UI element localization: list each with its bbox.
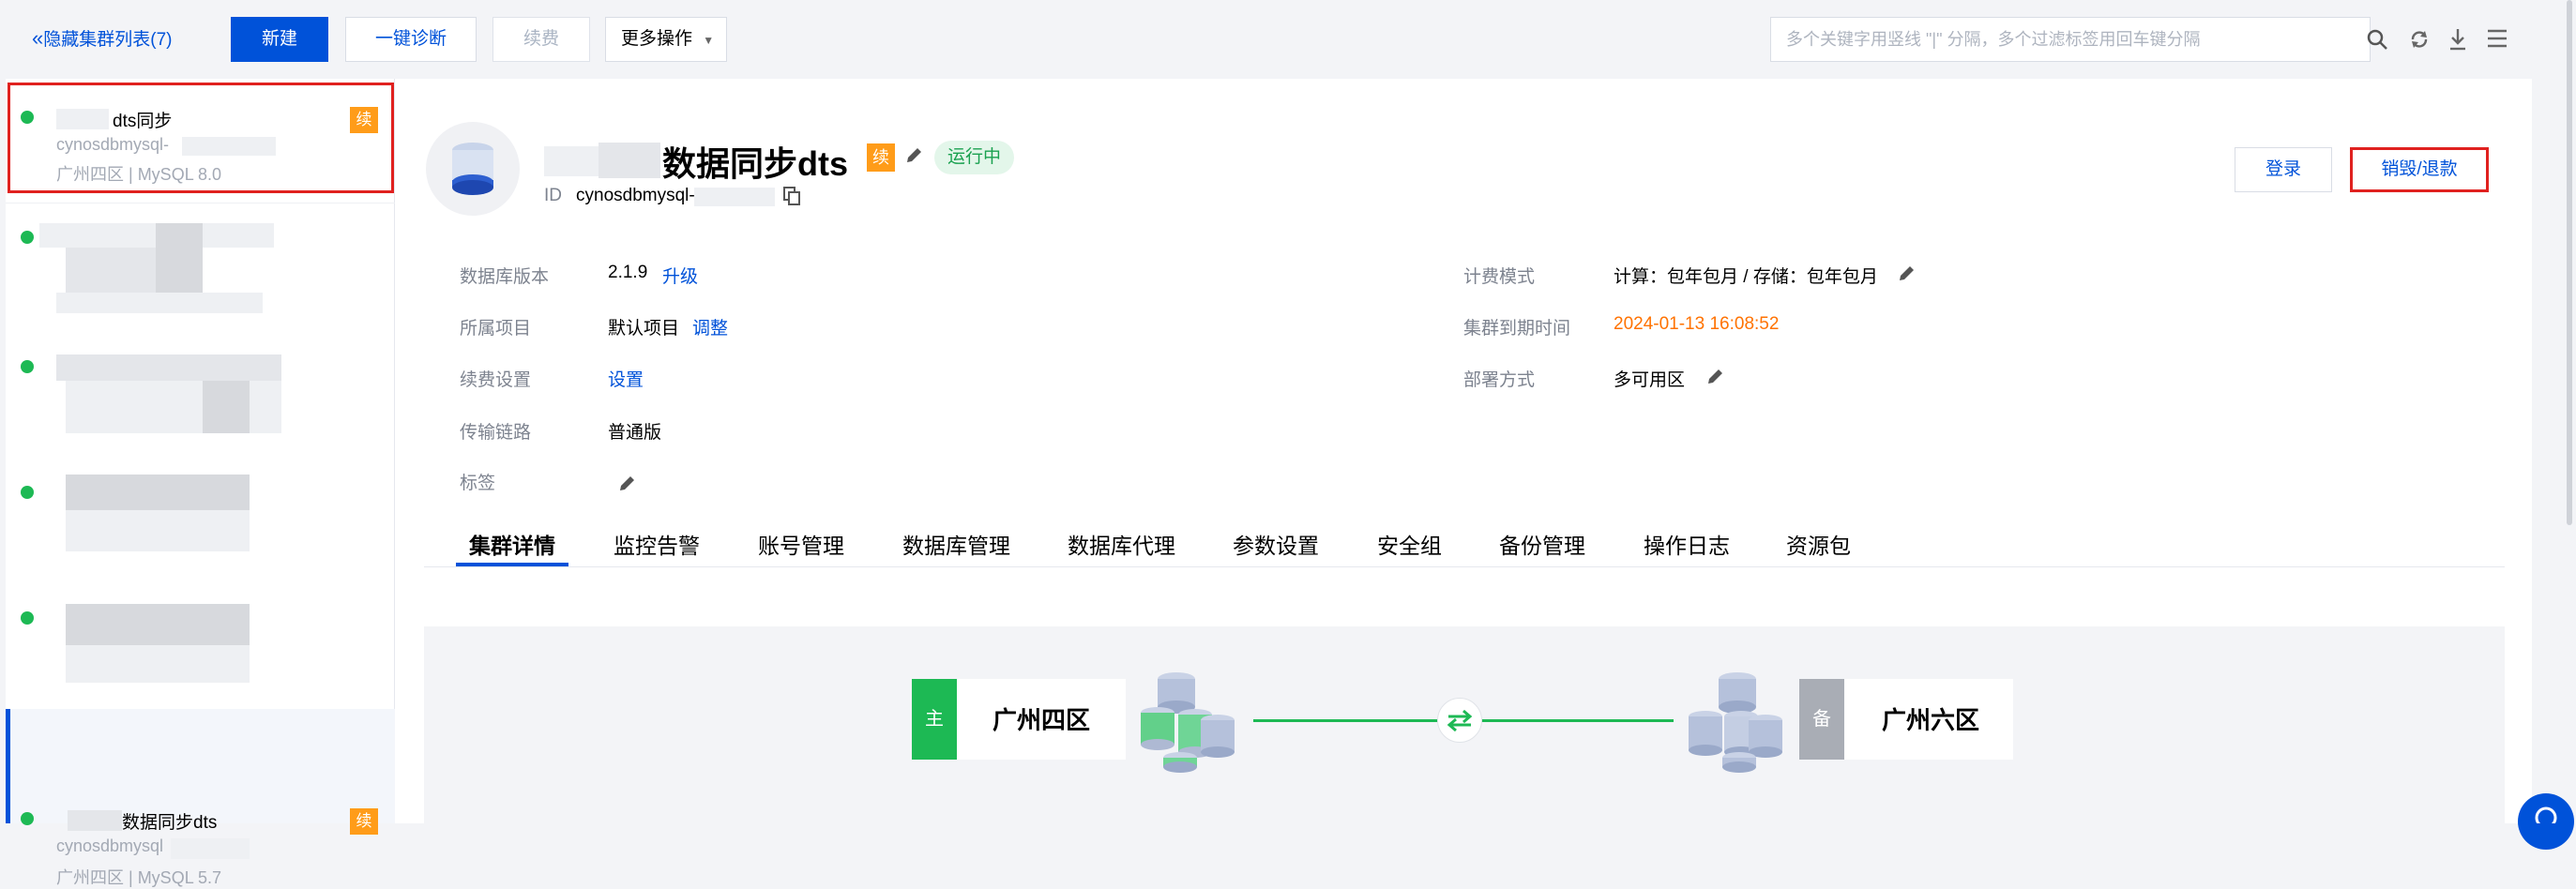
primary-db-cluster-icon <box>1141 672 1235 773</box>
redacted-block <box>66 475 250 510</box>
tabs-divider <box>424 566 2505 567</box>
cluster-list-item-selected[interactable]: 数据同步dts cynosdbmysql 广州四区 | MySQL 5.7 续 <box>6 83 395 887</box>
edit-icon[interactable] <box>904 146 923 165</box>
cluster-list-item[interactable] <box>6 210 395 326</box>
chat-icon <box>2535 806 2557 823</box>
download-icon[interactable] <box>2448 27 2467 52</box>
status-dot <box>21 231 34 244</box>
cluster-version: MySQL 5.7 <box>137 868 222 887</box>
billing-label: 计费模式 <box>1463 267 1536 287</box>
top-toolbar: «隐藏集群列表(7) 新建 一键诊断 续费 更多操作 ▼ 多个关键字用竖线 "|… <box>0 0 2576 79</box>
primary-region: 广州四区 <box>993 706 1091 734</box>
tab-database-management[interactable]: 数据库管理 <box>902 528 1010 560</box>
cluster-list-item[interactable] <box>6 593 395 709</box>
renew-setting-label: 续费设置 <box>460 370 532 390</box>
renew-button[interactable]: 续费 <box>492 17 590 62</box>
redacted-block <box>66 604 250 645</box>
search-input[interactable]: 多个关键字用竖线 "|" 分隔，多个过滤标签用回车键分隔 <box>1770 17 2371 62</box>
deploy-mode-value: 多可用区 <box>1614 370 1686 390</box>
menu-icon[interactable] <box>2486 28 2508 49</box>
tab-database-proxy[interactable]: 数据库代理 <box>1068 528 1175 560</box>
standby-tag: 备 <box>1799 679 1844 760</box>
tab-parameters[interactable]: 参数设置 <box>1233 528 1319 560</box>
redacted-block <box>694 188 775 206</box>
cluster-region: 广州四区 <box>56 868 124 887</box>
destroy-refund-button[interactable]: 销毁/退款 <box>2350 147 2489 192</box>
cluster-list-item[interactable] <box>6 465 395 581</box>
hide-cluster-list-label: 隐藏集群列表(7) <box>43 30 173 50</box>
caret-down-icon: ▼ <box>703 34 715 47</box>
login-button[interactable]: 登录 <box>2235 147 2332 192</box>
expire-time-value: 2024-01-13 16:08:52 <box>1614 314 1780 334</box>
renew-setting-link[interactable]: 设置 <box>608 366 644 391</box>
more-actions-label: 更多操作 <box>621 29 693 49</box>
edit-icon[interactable] <box>617 475 636 493</box>
billing-value: 计算：包年包月 / 存储：包年包月 <box>1614 267 1878 287</box>
hide-cluster-list-button[interactable]: «隐藏集群列表(7) <box>32 17 191 62</box>
status-dot <box>21 360 34 373</box>
standby-region: 广州六区 <box>1882 706 1980 734</box>
status-badge: 运行中 <box>934 141 1015 174</box>
tag-label: 标签 <box>460 474 496 493</box>
status-dot <box>21 486 34 499</box>
database-icon <box>452 143 493 195</box>
redacted-block <box>599 143 660 178</box>
cluster-list-item[interactable] <box>6 339 395 456</box>
edit-icon[interactable] <box>1705 368 1724 386</box>
highlight-box <box>8 83 394 193</box>
scrollbar-thumb[interactable] <box>2567 0 2572 525</box>
renew-badge: 续 <box>350 808 378 835</box>
upgrade-link[interactable]: 升级 <box>662 263 698 288</box>
more-actions-dropdown[interactable]: 更多操作 ▼ <box>605 17 727 62</box>
cluster-id: cynosdbmysql- <box>576 186 695 205</box>
cluster-region-version: 广州四区 | MySQL 5.7 <box>56 868 222 887</box>
redacted-block <box>171 838 250 859</box>
expire-time-label: 集群到期时间 <box>1463 319 1571 339</box>
redacted-block <box>68 810 122 831</box>
tab-cluster-details[interactable]: 集群详情 <box>469 528 555 560</box>
new-cluster-button[interactable]: 新建 <box>231 17 328 62</box>
tab-resource-pack[interactable]: 资源包 <box>1786 528 1851 560</box>
transfer-link-value: 普通版 <box>608 423 662 443</box>
db-version-value: 2.1.9 <box>608 263 648 282</box>
project-label: 所属项目 <box>460 319 532 339</box>
refresh-icon[interactable] <box>2409 28 2430 51</box>
transfer-link-label: 传输链路 <box>460 423 532 443</box>
project-value: 默认项目 <box>608 319 680 339</box>
redacted-block <box>544 146 600 176</box>
cluster-list-sidebar: dts同步 cynosdbmysql- 广州四区 | MySQL 8.0 续 数… <box>6 79 395 887</box>
tab-accounts[interactable]: 账号管理 <box>758 528 844 560</box>
tab-security-group[interactable]: 安全组 <box>1377 528 1442 560</box>
bidirectional-arrows-icon <box>1447 709 1473 731</box>
deploy-mode-label: 部署方式 <box>1463 370 1536 390</box>
tab-operation-log[interactable]: 操作日志 <box>1644 528 1730 560</box>
redacted-block <box>66 510 250 551</box>
redacted-block <box>66 248 159 293</box>
redacted-block <box>203 381 250 433</box>
edit-icon[interactable] <box>1897 264 1916 283</box>
copy-icon[interactable] <box>782 186 801 206</box>
search-icon[interactable] <box>2366 28 2388 51</box>
tab-backup[interactable]: 备份管理 <box>1499 528 1585 560</box>
tab-monitoring[interactable]: 监控告警 <box>614 528 700 560</box>
id-label: ID <box>544 186 562 205</box>
one-click-diagnose-button[interactable]: 一键诊断 <box>345 17 477 62</box>
search-placeholder: 多个关键字用竖线 "|" 分隔，多个过滤标签用回车键分隔 <box>1786 30 2201 49</box>
redacted-block <box>56 293 263 313</box>
status-dot <box>21 611 34 625</box>
selected-indicator <box>6 709 10 823</box>
cluster-title: 数据同步dts <box>662 144 849 183</box>
primary-tag: 主 <box>912 679 957 760</box>
cluster-id: cynosdbmysql <box>56 836 164 855</box>
standby-db-cluster-icon <box>1689 672 1782 773</box>
renew-badge: 续 <box>867 143 895 172</box>
redacted-block <box>56 354 281 381</box>
project-adjust-link[interactable]: 调整 <box>692 314 728 339</box>
double-chevron-left-icon: « <box>32 26 44 50</box>
db-version-label: 数据库版本 <box>460 267 550 287</box>
redacted-block <box>66 645 250 683</box>
redacted-block <box>156 223 203 294</box>
cluster-name: 数据同步dts <box>122 813 218 833</box>
